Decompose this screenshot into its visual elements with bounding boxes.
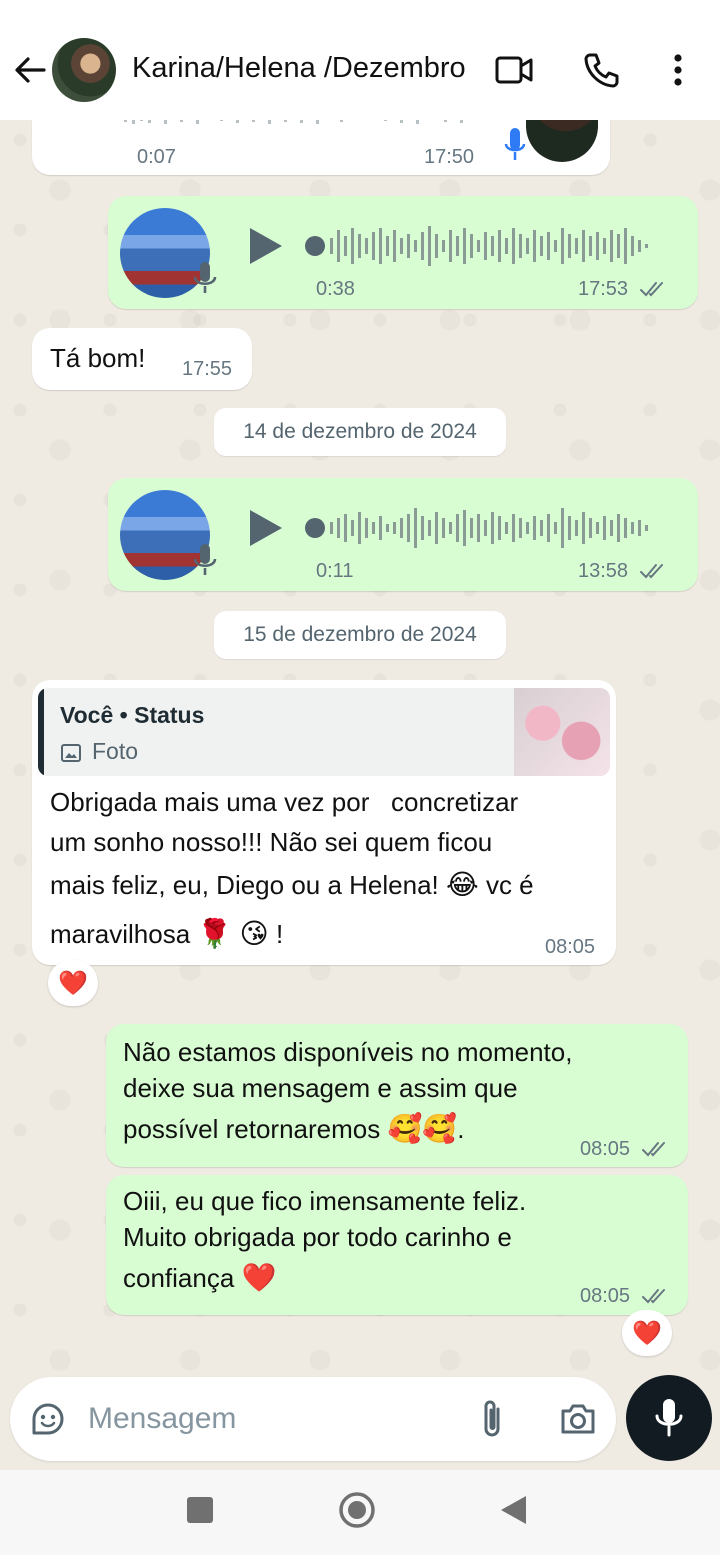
text-message-outgoing[interactable]: Não estamos disponíveis no momento, deix… [106, 1024, 688, 1167]
sender-avatar [526, 120, 598, 162]
text-message-incoming[interactable]: Tá bom! 17:55 [32, 328, 252, 390]
message-text-line: Não estamos disponíveis no momento, [123, 1037, 573, 1067]
chat-area[interactable]: 0:07 17:50 0:38 17:53 Tá bom! 17:55 14 d… [0, 120, 720, 1375]
mic-icon [193, 544, 217, 575]
message-text-line: possível retornaremos [123, 1114, 381, 1144]
status-bar [0, 0, 720, 16]
play-icon[interactable] [246, 226, 286, 266]
sticker-icon[interactable] [28, 1399, 68, 1439]
voice-call-button[interactable] [580, 48, 624, 92]
message-text: Tá bom! [50, 343, 146, 373]
chat-header: Karina/Helena /Dezembro [0, 0, 720, 120]
more-vert-icon [674, 54, 682, 86]
mic-icon [504, 128, 526, 160]
message-text-line-group: confiança ❤️ [123, 1255, 526, 1301]
message-text-line-group: possível retornaremos 🥰🥰. [123, 1106, 572, 1152]
heart-emoji: ❤️ [241, 1261, 277, 1294]
back-button[interactable] [10, 50, 50, 90]
home-icon[interactable] [338, 1491, 376, 1529]
voice-waveform[interactable] [304, 224, 664, 268]
message-text-line: Oiii, eu que fico imensamente feliz. [123, 1186, 527, 1216]
quote-type: Foto [92, 738, 139, 764]
quoted-status[interactable]: Você • Status Foto [38, 688, 610, 776]
voice-message-outgoing[interactable]: 0:38 17:53 [108, 196, 698, 309]
voice-waveform [124, 120, 463, 124]
kiss-emoji: 😘 [239, 917, 269, 950]
message-text: Oiii, eu que fico imensamente feliz. Mui… [123, 1183, 526, 1301]
status-thumbnail [514, 688, 610, 776]
more-options-button[interactable] [656, 48, 700, 92]
back-arrow-icon [15, 57, 46, 83]
rose-emoji: 🌹 [197, 917, 233, 950]
message-text-line: deixe sua mensagem e assim que [123, 1073, 518, 1103]
message-text-line: ! [268, 919, 284, 949]
voice-waveform[interactable] [304, 506, 664, 550]
video-call-icon [495, 56, 533, 84]
message-text-line: Muito obrigada por todo carinho e [123, 1222, 512, 1252]
system-nav-bar [0, 1470, 720, 1555]
message-text: Não estamos disponíveis no momento, deix… [123, 1034, 572, 1152]
quote-bar [38, 688, 44, 776]
message-text-line: mais feliz, eu, Diego ou a Helena! [50, 870, 439, 900]
message-text-line-group: mais feliz, eu, Diego ou a Helena! 😂 vc … [50, 862, 610, 908]
message-time: 17:53 [578, 278, 629, 300]
voice-message-incoming[interactable]: 0:07 17:50 [32, 120, 610, 175]
message-reaction[interactable]: ❤️ [48, 960, 98, 1006]
quote-author: Você • Status [60, 702, 205, 728]
date-separator: 14 de dezembro de 2024 [214, 408, 506, 456]
smiling-hearts-emoji: 🥰🥰 [387, 1112, 458, 1145]
message-text-line: confiança [123, 1263, 235, 1293]
compose-bar [0, 1375, 720, 1470]
voice-duration: 0:11 [316, 560, 354, 582]
camera-icon[interactable] [558, 1399, 598, 1439]
message-time: 13:58 [578, 560, 629, 582]
text-message-outgoing[interactable]: Oiii, eu que fico imensamente feliz. Mui… [106, 1175, 688, 1315]
attach-icon[interactable] [476, 1397, 510, 1441]
tears-of-joy-emoji: 😂 [446, 868, 479, 901]
mic-icon [655, 1399, 683, 1437]
message-time: 17:50 [424, 146, 475, 168]
contact-avatar[interactable] [52, 38, 116, 102]
play-icon[interactable] [246, 508, 286, 548]
voice-record-button[interactable] [626, 1375, 712, 1461]
message-time: 08:05 [580, 1285, 631, 1307]
date-separator: 15 de dezembro de 2024 [214, 611, 506, 659]
message-text-line: . [457, 1114, 465, 1144]
photo-icon [61, 744, 81, 762]
message-time: 08:05 [545, 936, 596, 958]
heart-reaction-icon: ❤️ [632, 1319, 662, 1347]
read-receipt-icon [640, 564, 663, 579]
message-text-line: um sonho nosso!!! Não sei quem ficou [50, 827, 493, 857]
heart-reaction-icon: ❤️ [58, 969, 88, 997]
video-call-button[interactable] [492, 48, 536, 92]
read-receipt-icon [642, 1289, 665, 1304]
voice-message-outgoing[interactable]: 0:11 13:58 [108, 478, 698, 591]
message-text-line: vc é [478, 870, 534, 900]
voice-duration: 0:07 [137, 146, 176, 168]
recent-apps-icon[interactable] [186, 1496, 214, 1524]
read-receipt-icon [642, 1142, 665, 1157]
mic-icon [193, 262, 217, 293]
read-receipt-icon [640, 282, 663, 297]
message-text-line: maravilhosa [50, 919, 191, 949]
back-nav-icon[interactable] [498, 1494, 530, 1526]
message-input-container[interactable] [10, 1377, 616, 1461]
message-input[interactable] [88, 1397, 448, 1441]
phone-icon [584, 53, 619, 88]
voice-duration: 0:38 [316, 278, 355, 300]
message-text-line-group: maravilhosa 🌹 😘 ! [50, 908, 610, 960]
message-text-line: Obrigada mais uma vez por concretizar [50, 787, 519, 817]
message-reaction[interactable]: ❤️ [622, 1310, 672, 1356]
message-time: 17:55 [182, 358, 233, 380]
reply-message-body: Obrigada mais uma vez por concretizar um… [50, 782, 610, 960]
message-time: 08:05 [580, 1138, 631, 1160]
chat-title[interactable]: Karina/Helena /Dezembro [132, 52, 477, 85]
